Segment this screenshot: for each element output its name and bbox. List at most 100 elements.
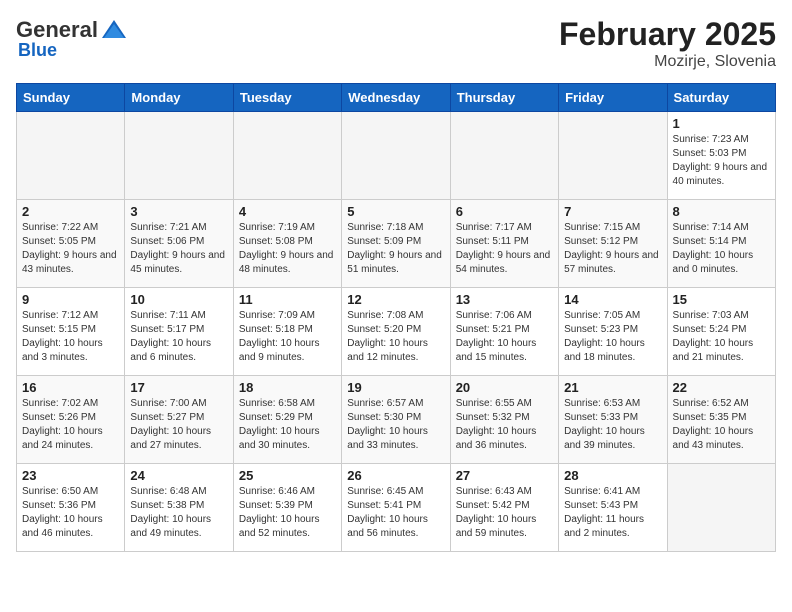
day-info: Sunrise: 7:02 AM Sunset: 5:26 PM Dayligh… (22, 397, 119, 453)
month-title: February 2025 Mozirje, Slovenia (559, 16, 776, 71)
day-number: 24 (130, 468, 227, 483)
day-cell (125, 112, 233, 200)
day-cell: 1 Sunrise: 7:23 AM Sunset: 5:03 PM Daylig… (667, 112, 775, 200)
day-info: Sunrise: 7:23 AM Sunset: 5:03 PM Dayligh… (673, 133, 770, 189)
day-cell (667, 464, 775, 552)
day-cell: 22Sunrise: 6:52 AM Sunset: 5:35 PM Dayli… (667, 376, 775, 464)
day-info: Sunrise: 6:48 AM Sunset: 5:38 PM Dayligh… (130, 485, 227, 541)
day-cell: 23 Sunrise: 6:50 AM Sunset: 5:36 PM Dayli… (17, 464, 125, 552)
day-number: 3 (130, 204, 227, 219)
day-info: Sunrise: 7:03 AM Sunset: 5:24 PM Dayligh… (673, 309, 770, 365)
day-number: 14 (564, 292, 661, 307)
day-cell: 14 Sunrise: 7:05 AM Sunset: 5:23 PM Dayli… (559, 288, 667, 376)
day-cell: 17 Sunrise: 7:00 AM Sunset: 5:27 PM Dayli… (125, 376, 233, 464)
day-number: 25 (239, 468, 336, 483)
day-number: 8 (673, 204, 770, 219)
day-cell: 8 Sunrise: 7:14 AM Sunset: 5:14 PM Daylig… (667, 200, 775, 288)
day-cell: 11 Sunrise: 7:09 AM Sunset: 5:18 PM Dayli… (233, 288, 341, 376)
logo: General Blue (16, 16, 128, 61)
day-cell (559, 112, 667, 200)
day-info: Sunrise: 6:46 AM Sunset: 5:39 PM Dayligh… (239, 485, 336, 541)
day-cell: 6 Sunrise: 7:17 AM Sunset: 5:11 PM Daylig… (450, 200, 558, 288)
col-header-wednesday: Wednesday (342, 84, 450, 112)
day-number: 20 (456, 380, 553, 395)
logo-icon (100, 16, 128, 44)
week-row-4: 23 Sunrise: 6:50 AM Sunset: 5:36 PM Dayli… (17, 464, 776, 552)
day-cell (17, 112, 125, 200)
day-cell: 5 Sunrise: 7:18 AM Sunset: 5:09 PM Daylig… (342, 200, 450, 288)
day-number: 11 (239, 292, 336, 307)
day-cell: 3 Sunrise: 7:21 AM Sunset: 5:06 PM Daylig… (125, 200, 233, 288)
day-info: Sunrise: 7:09 AM Sunset: 5:18 PM Dayligh… (239, 309, 336, 365)
day-info: Sunrise: 7:15 AM Sunset: 5:12 PM Dayligh… (564, 221, 661, 277)
day-info: Sunrise: 7:05 AM Sunset: 5:23 PM Dayligh… (564, 309, 661, 365)
day-number: 16 (22, 380, 119, 395)
day-cell (450, 112, 558, 200)
day-info: Sunrise: 6:41 AM Sunset: 5:43 PM Dayligh… (564, 485, 661, 541)
day-number: 12 (347, 292, 444, 307)
day-info: Sunrise: 6:43 AM Sunset: 5:42 PM Dayligh… (456, 485, 553, 541)
calendar-table: SundayMondayTuesdayWednesdayThursdayFrid… (16, 83, 776, 552)
day-info: Sunrise: 7:21 AM Sunset: 5:06 PM Dayligh… (130, 221, 227, 277)
day-cell: 12 Sunrise: 7:08 AM Sunset: 5:20 PM Dayli… (342, 288, 450, 376)
week-row-2: 9 Sunrise: 7:12 AM Sunset: 5:15 PM Daylig… (17, 288, 776, 376)
day-cell: 28Sunrise: 6:41 AM Sunset: 5:43 PM Dayli… (559, 464, 667, 552)
day-number: 2 (22, 204, 119, 219)
day-info: Sunrise: 7:17 AM Sunset: 5:11 PM Dayligh… (456, 221, 553, 277)
day-info: Sunrise: 7:14 AM Sunset: 5:14 PM Dayligh… (673, 221, 770, 277)
day-cell (233, 112, 341, 200)
day-cell: 26 Sunrise: 6:45 AM Sunset: 5:41 PM Dayli… (342, 464, 450, 552)
day-info: Sunrise: 6:53 AM Sunset: 5:33 PM Dayligh… (564, 397, 661, 453)
col-header-saturday: Saturday (667, 84, 775, 112)
day-info: Sunrise: 7:11 AM Sunset: 5:17 PM Dayligh… (130, 309, 227, 365)
day-number: 10 (130, 292, 227, 307)
day-cell: 2 Sunrise: 7:22 AM Sunset: 5:05 PM Daylig… (17, 200, 125, 288)
day-cell: 19 Sunrise: 6:57 AM Sunset: 5:30 PM Dayli… (342, 376, 450, 464)
day-cell: 13Sunrise: 7:06 AM Sunset: 5:21 PM Dayli… (450, 288, 558, 376)
day-info: Sunrise: 6:57 AM Sunset: 5:30 PM Dayligh… (347, 397, 444, 453)
day-info: Sunrise: 6:55 AM Sunset: 5:32 PM Dayligh… (456, 397, 553, 453)
day-cell: 21 Sunrise: 6:53 AM Sunset: 5:33 PM Dayli… (559, 376, 667, 464)
day-cell: 15 Sunrise: 7:03 AM Sunset: 5:24 PM Dayli… (667, 288, 775, 376)
day-number: 22 (673, 380, 770, 395)
day-info: Sunrise: 6:45 AM Sunset: 5:41 PM Dayligh… (347, 485, 444, 541)
day-number: 26 (347, 468, 444, 483)
day-cell: 18 Sunrise: 6:58 AM Sunset: 5:29 PM Dayli… (233, 376, 341, 464)
day-cell: 4 Sunrise: 7:19 AM Sunset: 5:08 PM Daylig… (233, 200, 341, 288)
day-info: Sunrise: 7:19 AM Sunset: 5:08 PM Dayligh… (239, 221, 336, 277)
week-row-1: 2 Sunrise: 7:22 AM Sunset: 5:05 PM Daylig… (17, 200, 776, 288)
calendar-header-row: SundayMondayTuesdayWednesdayThursdayFrid… (17, 84, 776, 112)
day-number: 4 (239, 204, 336, 219)
day-info: Sunrise: 6:50 AM Sunset: 5:36 PM Dayligh… (22, 485, 119, 541)
day-info: Sunrise: 7:08 AM Sunset: 5:20 PM Dayligh… (347, 309, 444, 365)
day-cell (342, 112, 450, 200)
location: Mozirje, Slovenia (559, 53, 776, 71)
day-number: 19 (347, 380, 444, 395)
col-header-monday: Monday (125, 84, 233, 112)
day-number: 9 (22, 292, 119, 307)
day-cell: 25 Sunrise: 6:46 AM Sunset: 5:39 PM Dayli… (233, 464, 341, 552)
day-info: Sunrise: 7:00 AM Sunset: 5:27 PM Dayligh… (130, 397, 227, 453)
col-header-tuesday: Tuesday (233, 84, 341, 112)
day-cell: 27 Sunrise: 6:43 AM Sunset: 5:42 PM Dayli… (450, 464, 558, 552)
col-header-thursday: Thursday (450, 84, 558, 112)
day-number: 15 (673, 292, 770, 307)
day-number: 27 (456, 468, 553, 483)
day-info: Sunrise: 7:06 AM Sunset: 5:21 PM Dayligh… (456, 309, 553, 365)
day-info: Sunrise: 7:18 AM Sunset: 5:09 PM Dayligh… (347, 221, 444, 277)
day-number: 1 (673, 116, 770, 131)
day-info: Sunrise: 6:58 AM Sunset: 5:29 PM Dayligh… (239, 397, 336, 453)
day-number: 23 (22, 468, 119, 483)
day-number: 21 (564, 380, 661, 395)
day-number: 6 (456, 204, 553, 219)
day-number: 5 (347, 204, 444, 219)
day-number: 17 (130, 380, 227, 395)
col-header-friday: Friday (559, 84, 667, 112)
day-number: 18 (239, 380, 336, 395)
day-cell: 24 Sunrise: 6:48 AM Sunset: 5:38 PM Dayli… (125, 464, 233, 552)
month-year: February 2025 (559, 16, 776, 53)
week-row-3: 16 Sunrise: 7:02 AM Sunset: 5:26 PM Dayli… (17, 376, 776, 464)
day-info: Sunrise: 7:12 AM Sunset: 5:15 PM Dayligh… (22, 309, 119, 365)
day-info: Sunrise: 7:22 AM Sunset: 5:05 PM Dayligh… (22, 221, 119, 277)
page-header: General Blue February 2025 Mozirje, Slov… (16, 16, 776, 71)
